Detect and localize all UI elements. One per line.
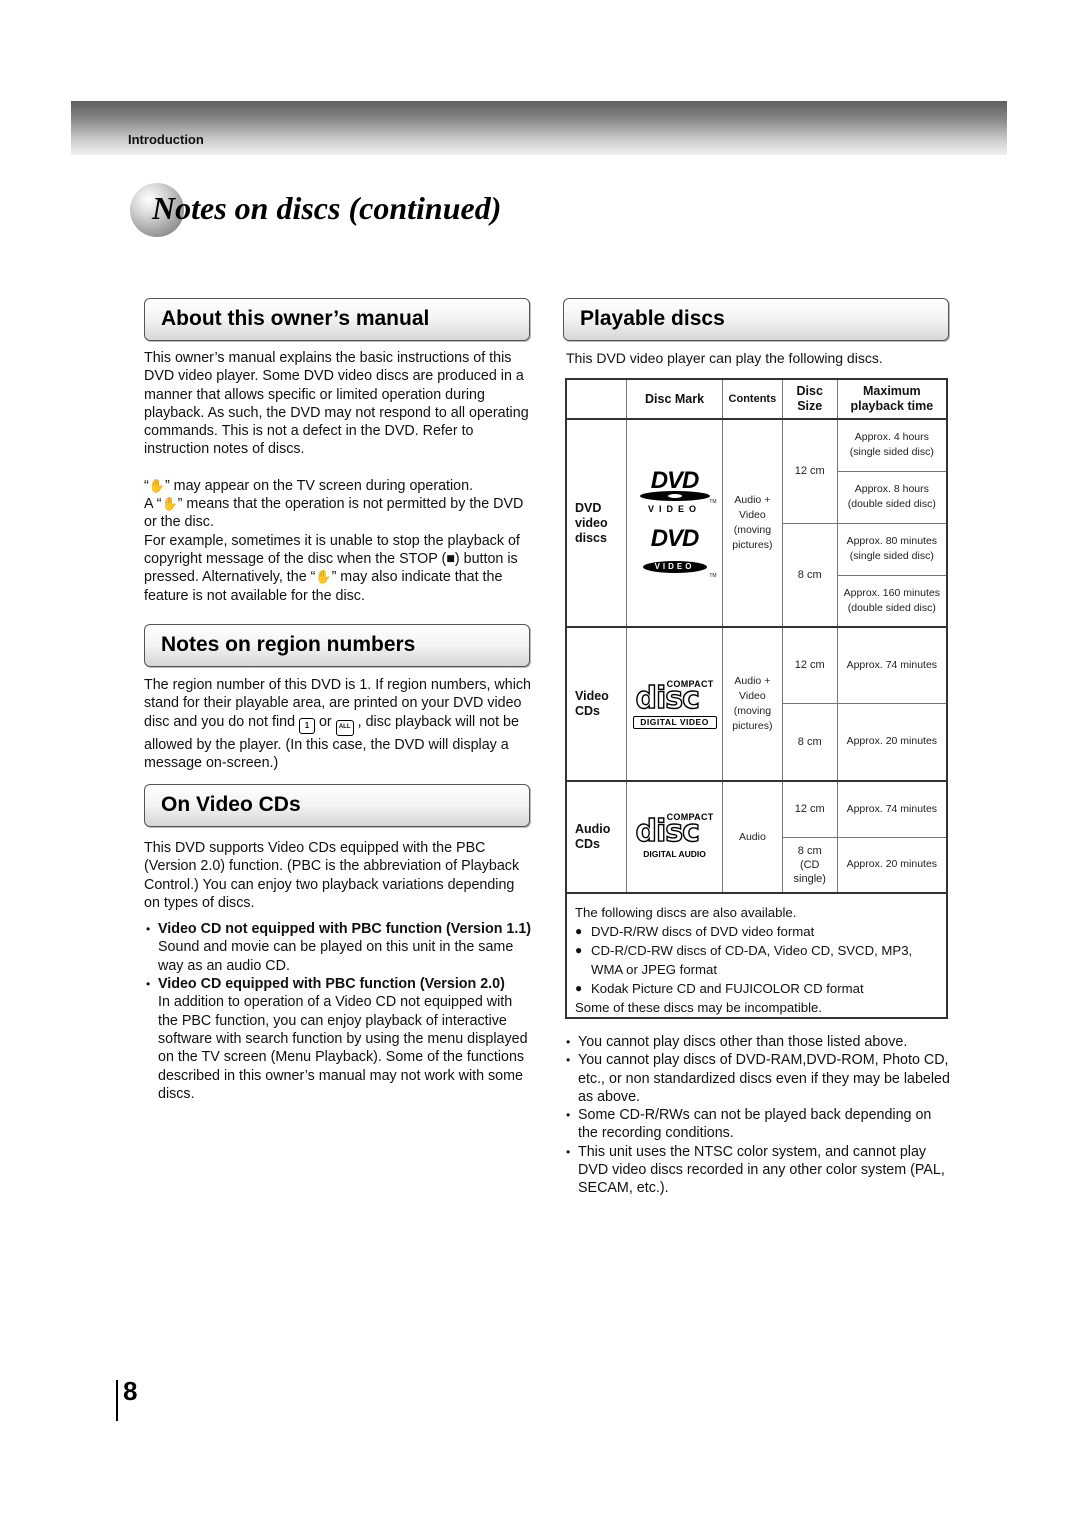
compact-disc-digital-video-logo: COMPACT disc DIGITAL VIDEO [632,679,718,729]
also-available-item: CD-R/CD-RW discs of CD-DA, Video CD, SVC… [575,941,938,979]
disc-size: 8 cm [781,702,838,782]
playable-discs-intro: This DVD video player can play the follo… [566,350,883,366]
table-row: Audio CDs COMPACT disc DIGITAL AUDIO Aud… [565,780,948,894]
contents-dvd: Audio + Video (moving pictures) [721,418,783,628]
disc-mark-audio-cd: COMPACT disc DIGITAL AUDIO [626,780,723,894]
disc-size: 12 cm [781,626,838,704]
playable-note: You cannot play discs other than those l… [564,1033,954,1052]
page-number: 8 [123,1376,138,1406]
playable-discs-table: Disc Mark Contents Disc Size Maximum pla… [565,378,948,894]
playable-note: You cannot play discs of DVD-RAM,DVD-ROM… [564,1051,954,1106]
disc-type-audio-cd: Audio CDs [565,780,628,894]
disc-size: 8 cm (CD single) [781,836,838,894]
playable-discs-heading: Playable discs [580,307,725,330]
about-manual-paragraph: This owner’s manual explains the basic i… [144,350,529,458]
playback-time: Approx. 20 minutes [836,836,948,894]
playback-time: Approx. 74 minutes [836,780,948,838]
contents-audio-cd: Audio [721,780,783,894]
playable-note: This unit uses the NTSC color system, an… [564,1143,954,1198]
disc-size: 12 cm [781,418,838,524]
playback-time: Approx. 74 minutes [836,626,948,704]
disc-size: 12 cm [781,780,838,838]
table-header-row: Disc Mark Contents Disc Size Maximum pla… [565,378,948,420]
disc-type-dvd: DVD video discs [565,418,628,628]
region-1-globe-icon: 1 [299,717,315,734]
hand-icon-note-3: For example, sometimes it is unable to s… [144,532,534,605]
hand-icon-note-2: A “✋” means that the operation is not pe… [144,495,534,532]
about-manual-heading-box: About this owner’s manual [144,298,530,341]
page-number-divider [116,1380,118,1421]
dvd-video-logo: DVD VIDEO TM [637,469,717,519]
also-available-item: Kodak Picture CD and FUJICOLOR CD format [575,979,938,998]
prohibited-hand-icon: ✋ [315,569,332,585]
playback-time: Approx. 80 minutes (single sided disc) [836,522,948,576]
disc-type-video-cd: Video CDs [565,626,628,782]
video-cd-item-title: Video CD not equipped with PBC function … [158,921,532,938]
also-available-box: The following discs are also available. … [565,893,948,1019]
video-cd-item-1: Video CD not equipped with PBC function … [144,920,534,975]
playback-time: Approx. 160 minutes (double sided disc) [836,574,948,628]
region-body: The region number of this DVD is 1. If r… [144,676,534,772]
table-row: DVD video discs DVD VIDEO TM DVD VIDEO T… [565,418,948,628]
region-all-globe-icon: ALL [335,719,354,736]
hand-note-text-1: ” may appear on the TV screen during ope… [164,477,474,494]
col-header-max-playback: Maximum playback time [836,378,948,420]
video-cd-item-desc: In addition to operation of a Video CD n… [158,994,528,1102]
disc-mark-dvd: DVD VIDEO TM DVD VIDEO TM [626,418,723,628]
playback-time: Approx. 4 hours (single sided disc) [836,418,948,472]
dvd-video-logo: DVD VIDEO TM [637,527,717,579]
about-manual-heading: About this owner’s manual [161,307,430,330]
playback-time: Approx. 8 hours (double sided disc) [836,470,948,524]
video-cd-item-desc: Sound and movie can be played on this un… [158,939,514,974]
playback-time: Approx. 20 minutes [836,702,948,782]
col-header-disc-mark: Disc Mark [626,378,723,420]
video-cds-heading: On Video CDs [161,793,301,816]
video-cds-heading-box: On Video CDs [144,784,530,827]
region-heading-box: Notes on region numbers [144,624,530,667]
col-header-contents: Contents [721,378,783,420]
table-row: Video CDs COMPACT disc DIGITAL VIDEO Aud… [565,626,948,782]
playable-note: Some CD-R/RWs can not be played back dep… [564,1106,954,1143]
compact-disc-digital-audio-logo: COMPACT disc DIGITAL AUDIO [635,812,714,859]
hand-note-text-2: ” means that the operation is not permit… [144,496,524,531]
also-available-item: DVD-R/RW discs of DVD video format [575,922,938,941]
col-header-type [565,378,628,420]
video-cd-item-title: Video CD equipped with PBC function (Ver… [158,976,505,993]
also-available-intro: The following discs are also available. [575,905,797,920]
region-heading: Notes on region numbers [161,633,416,656]
also-available-footer: Some of these discs may be incompatible. [575,1000,823,1015]
video-cd-item-2: Video CD equipped with PBC function (Ver… [144,975,534,1103]
video-cds-intro: This DVD supports Video CDs equipped wit… [144,840,520,911]
stop-square-icon: ■ [446,550,455,567]
playable-notes-list: You cannot play discs other than those l… [564,1033,954,1198]
playable-discs-heading-box: Playable discs [563,298,949,341]
prohibited-hand-icon: ✋ [148,477,165,493]
section-header-band: Introduction [71,101,1007,155]
disc-size: 8 cm [781,522,838,628]
about-manual-body: This owner’s manual explains the basic i… [144,349,534,605]
prohibited-hand-icon: ✋ [161,496,178,512]
region-paragraph: The region number of this DVD is 1. If r… [144,676,534,772]
quote-open: A “ [144,496,162,513]
page-title: Notes on discs (continued) [152,190,502,226]
video-cds-body: This DVD supports Video CDs equipped wit… [144,839,534,1103]
col-header-disc-size: Disc Size [781,378,838,420]
disc-mark-video-cd: COMPACT disc DIGITAL VIDEO [626,626,723,782]
hand-icon-note-1: “✋” may appear on the TV screen during o… [144,477,534,495]
region-text-or: or [315,713,336,730]
section-label: Introduction [128,132,204,147]
contents-video-cd: Audio + Video (moving pictures) [721,626,783,782]
